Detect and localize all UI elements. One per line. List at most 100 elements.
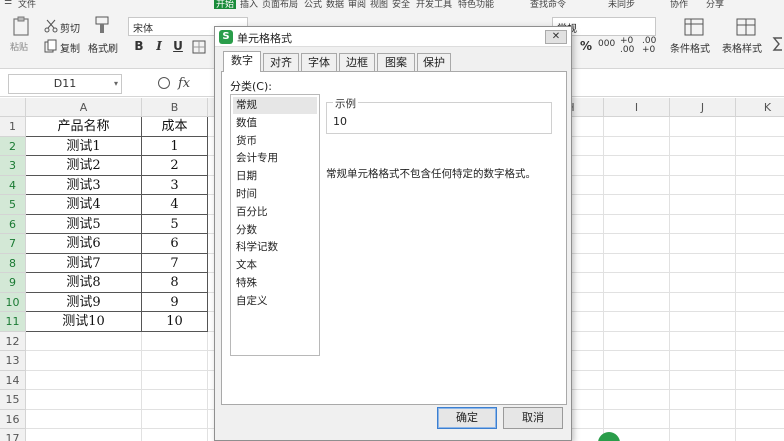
cell-k10[interactable] (736, 293, 784, 312)
cell-b9[interactable]: 8 (142, 273, 208, 293)
cell-b3[interactable]: 2 (142, 156, 208, 176)
column-header-b[interactable]: B (142, 98, 208, 117)
cell-i5[interactable] (604, 195, 670, 215)
cell-k2[interactable] (736, 137, 784, 156)
tab-number[interactable]: 数字 (223, 51, 261, 72)
category-item[interactable]: 分数 (233, 222, 317, 239)
category-item[interactable]: 时间 (233, 186, 317, 203)
cell-k15[interactable] (736, 390, 784, 410)
cell-b4[interactable]: 3 (142, 175, 208, 195)
row-header-10[interactable]: 10 (0, 292, 26, 312)
paste-icon[interactable] (10, 15, 32, 37)
cell-a9[interactable]: 测试8 (26, 273, 142, 293)
cell-i7[interactable] (604, 234, 670, 254)
menu-data[interactable]: 数据 (326, 0, 344, 9)
row-header-7[interactable]: 7 (0, 234, 26, 254)
menu-page-layout[interactable]: 页面布局 (262, 0, 298, 9)
category-item[interactable]: 特殊 (233, 275, 317, 292)
row-header-9[interactable]: 9 (0, 273, 26, 293)
cell-a12[interactable] (26, 331, 142, 351)
tab-alignment[interactable]: 对齐 (263, 53, 299, 71)
cell-j8[interactable] (670, 253, 736, 273)
cell-b1[interactable]: 成本 (142, 117, 208, 137)
cell-i3[interactable] (604, 156, 670, 176)
cell-b6[interactable]: 5 (142, 214, 208, 234)
cell-k1[interactable] (736, 117, 784, 137)
cell-b7[interactable]: 6 (142, 234, 208, 254)
cell-a1[interactable]: 产品名称 (26, 117, 142, 137)
copy-button[interactable]: 复制 (60, 40, 80, 55)
cell-j10[interactable] (670, 292, 736, 312)
row-header-3[interactable]: 3 (0, 156, 26, 176)
cell-k8[interactable] (736, 254, 784, 273)
cell-j1[interactable] (670, 117, 736, 137)
cell-b17[interactable] (142, 429, 208, 441)
row-header-4[interactable]: 4 (0, 175, 26, 195)
cell-i16[interactable] (604, 409, 670, 429)
close-icon[interactable]: ✕ (545, 30, 567, 44)
cell-k17[interactable] (736, 429, 784, 441)
chevron-down-icon[interactable]: ▾ (114, 75, 118, 93)
menu-special[interactable]: 特色功能 (458, 0, 494, 9)
conditional-format-button[interactable]: 条件格式 (670, 40, 710, 55)
border-icon[interactable] (192, 40, 206, 54)
row-header-1[interactable]: 1 (0, 117, 26, 137)
menu-file[interactable]: 文件 (18, 0, 36, 9)
cell-k11[interactable] (736, 312, 784, 332)
cell-b11[interactable]: 10 (142, 312, 208, 332)
cell-k12[interactable] (736, 332, 784, 351)
percent-button[interactable]: % (580, 39, 592, 53)
cell-i11[interactable] (604, 312, 670, 332)
menu-view[interactable]: 视图 (370, 0, 388, 9)
category-item[interactable]: 文本 (233, 257, 317, 274)
cell-b13[interactable] (142, 351, 208, 371)
cell-i6[interactable] (604, 214, 670, 234)
cell-a6[interactable]: 测试5 (26, 214, 142, 234)
cell-b10[interactable]: 9 (142, 292, 208, 312)
tab-pattern[interactable]: 图案 (377, 53, 415, 71)
cell-i1[interactable] (604, 117, 670, 137)
ok-button[interactable]: 确定 (437, 407, 497, 429)
category-item[interactable]: 日期 (233, 168, 317, 185)
format-painter-button[interactable]: 格式刷 (88, 40, 118, 55)
row-header-16[interactable]: 16 (0, 409, 26, 429)
bold-button[interactable]: B (132, 39, 146, 53)
row-header-6[interactable]: 6 (0, 214, 26, 234)
scissors-icon[interactable] (44, 19, 58, 33)
cell-b5[interactable]: 4 (142, 195, 208, 215)
cut-button[interactable]: 剪切 (60, 20, 80, 35)
cell-j16[interactable] (670, 409, 736, 429)
cell-j17[interactable] (670, 429, 736, 441)
category-item[interactable]: 数值 (233, 115, 317, 132)
cell-j14[interactable] (670, 370, 736, 390)
column-header-k[interactable]: K (736, 98, 784, 117)
cell-i8[interactable] (604, 253, 670, 273)
cell-b15[interactable] (142, 390, 208, 410)
cell-k6[interactable] (736, 215, 784, 234)
category-item[interactable]: 常规 (233, 97, 317, 114)
cell-i4[interactable] (604, 175, 670, 195)
cell-a16[interactable] (26, 409, 142, 429)
cell-k9[interactable] (736, 273, 784, 293)
column-header-j[interactable]: J (670, 98, 736, 117)
cell-a3[interactable]: 测试2 (26, 156, 142, 176)
cell-i15[interactable] (604, 390, 670, 410)
thousands-button[interactable]: 000 (598, 39, 615, 49)
sum-icon[interactable] (772, 37, 784, 51)
table-style-icon[interactable] (736, 18, 756, 36)
cell-k3[interactable] (736, 156, 784, 176)
cell-a2[interactable]: 测试1 (26, 136, 142, 156)
format-painter-icon[interactable] (94, 15, 110, 35)
paste-label[interactable]: 粘贴 (10, 40, 28, 53)
row-header-14[interactable]: 14 (0, 370, 26, 390)
cell-j13[interactable] (670, 351, 736, 371)
cell-i14[interactable] (604, 370, 670, 390)
cell-a4[interactable]: 测试3 (26, 175, 142, 195)
cell-j7[interactable] (670, 234, 736, 254)
cell-a13[interactable] (26, 351, 142, 371)
menu-insert[interactable]: 插入 (240, 0, 258, 9)
row-header-17[interactable]: 17 (0, 429, 26, 441)
category-list[interactable]: 常规 数值 货币 会计专用 日期 时间 百分比 分数 科学记数 文本 特殊 自定义 (230, 94, 320, 356)
row-header-2[interactable]: 2 (0, 136, 26, 156)
increase-decimal-button[interactable]: +0 .00 (620, 37, 636, 55)
